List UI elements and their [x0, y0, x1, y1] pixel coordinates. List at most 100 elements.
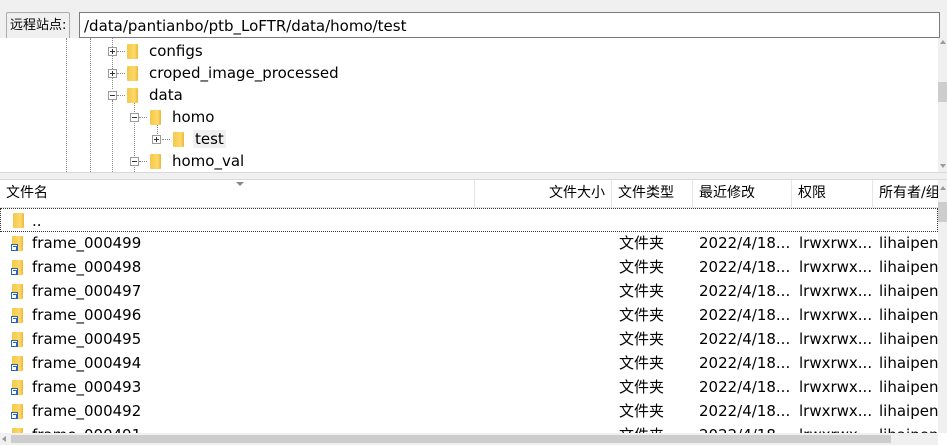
scroll-up-arrow-icon[interactable]: [940, 40, 946, 44]
tree-node-label: data: [149, 86, 183, 104]
file-row[interactable]: frame_000493 文件夹 2022/4/18... lrwxrwx...…: [0, 375, 938, 399]
scroll-left-arrow-icon[interactable]: [2, 436, 6, 442]
folder-icon: [12, 212, 26, 228]
tree-guide-line: [117, 73, 125, 74]
folder-icon: [127, 87, 138, 103]
file-type: 文件夹: [619, 378, 665, 396]
file-owner: lihaipen: [879, 234, 938, 252]
tree-guide-line: [139, 117, 147, 118]
column-header-modified[interactable]: 最近修改: [693, 180, 792, 207]
tree-node-configs[interactable]: configs: [127, 40, 203, 62]
file-permissions: lrwxrwx...: [799, 330, 871, 348]
tree-node-test[interactable]: test: [173, 128, 226, 150]
file-row[interactable]: frame_000497 文件夹 2022/4/18... lrwxrwx...…: [0, 279, 938, 303]
scroll-down-arrow-icon[interactable]: [940, 164, 946, 168]
column-header-filetype[interactable]: 文件类型: [612, 180, 693, 207]
pane-splitter[interactable]: [0, 172, 947, 180]
tree-guide-line: [112, 100, 113, 172]
folder-icon: [127, 65, 138, 81]
tree-guide-line: [117, 95, 125, 96]
folder-icon: [150, 153, 161, 169]
sort-indicator-icon: [236, 182, 244, 186]
folder-shortcut-icon: [11, 379, 25, 395]
folder-icon: [150, 109, 161, 125]
file-owner: lihaipen: [879, 258, 938, 276]
file-name: frame_000496: [32, 306, 142, 324]
file-list-horizontal-scrollbar[interactable]: [0, 433, 938, 445]
folder-shortcut-icon: [11, 307, 25, 323]
file-owner: lihaipen: [879, 402, 938, 420]
folder-icon: [173, 131, 184, 147]
tree-vertical-scrollbar[interactable]: [938, 38, 947, 172]
scrollbar-thumb[interactable]: [938, 202, 947, 222]
file-row[interactable]: frame_000498 文件夹 2022/4/18... lrwxrwx...…: [0, 255, 938, 279]
tree-node-homo[interactable]: homo: [150, 106, 214, 128]
file-owner: lihaipen: [879, 378, 938, 396]
file-owner: lihaipen: [879, 306, 938, 324]
collapse-minus-icon[interactable]: [108, 91, 117, 100]
tree-node-label: configs: [149, 42, 203, 60]
expand-plus-icon[interactable]: [152, 135, 161, 144]
file-permissions: lrwxrwx...: [799, 354, 871, 372]
remote-site-bar: 远程站点: /data/pantianbo/ptb_LoFTR/data/hom…: [0, 0, 947, 40]
file-row[interactable]: frame_000494 文件夹 2022/4/18... lrwxrwx...…: [0, 351, 938, 375]
scrollbar-thumb[interactable]: [938, 82, 947, 102]
file-permissions: lrwxrwx...: [799, 306, 871, 324]
tree-node-label: homo: [172, 108, 215, 126]
file-permissions: lrwxrwx...: [799, 378, 871, 396]
folder-shortcut-icon: [11, 355, 25, 371]
folder-shortcut-icon: [11, 283, 25, 299]
column-header-owner[interactable]: 所有者/组: [873, 180, 938, 207]
column-header-filesize[interactable]: 文件大小: [475, 180, 612, 207]
tree-node-data[interactable]: data: [127, 84, 183, 106]
file-type: 文件夹: [619, 354, 665, 372]
tree-node-croped-image-processed[interactable]: croped_image_processed: [127, 62, 339, 84]
expand-plus-icon[interactable]: [108, 69, 117, 78]
file-name: frame_000499: [32, 234, 142, 252]
tree-guide-line: [139, 161, 147, 162]
scroll-up-arrow-icon[interactable]: [940, 186, 946, 190]
scrollbar-thumb[interactable]: [11, 435, 891, 443]
tree-node-label: test: [193, 130, 226, 148]
file-type: 文件夹: [619, 234, 665, 252]
file-owner: lihaipen: [879, 354, 938, 372]
file-permissions: lrwxrwx...: [799, 282, 871, 300]
folder-shortcut-icon: [11, 403, 25, 419]
parent-directory-row[interactable]: ..: [0, 208, 938, 232]
tree-node-label: croped_image_processed: [149, 64, 339, 82]
parent-directory-label: ..: [32, 212, 42, 230]
file-name: frame_000497: [32, 282, 142, 300]
folder-shortcut-icon: [11, 331, 25, 347]
column-header-permissions[interactable]: 权限: [792, 180, 873, 207]
file-row[interactable]: frame_000496 文件夹 2022/4/18... lrwxrwx...…: [0, 303, 938, 327]
file-type: 文件夹: [619, 282, 665, 300]
file-type: 文件夹: [619, 258, 665, 276]
remote-path-input[interactable]: /data/pantianbo/ptb_LoFTR/data/homo/test: [79, 12, 940, 38]
file-modified: 2022/4/18...: [699, 378, 789, 396]
file-row[interactable]: frame_000499 文件夹 2022/4/18... lrwxrwx...…: [0, 231, 938, 255]
file-modified: 2022/4/18...: [699, 330, 789, 348]
file-name: frame_000493: [32, 378, 142, 396]
collapse-minus-icon[interactable]: [130, 113, 139, 122]
tree-guide-line: [112, 38, 113, 89]
file-row[interactable]: frame_000492 文件夹 2022/4/18... lrwxrwx...…: [0, 399, 938, 423]
file-list-vertical-scrollbar[interactable]: [938, 180, 947, 433]
remote-directory-tree: configs croped_image_processed data homo…: [0, 38, 947, 172]
file-row[interactable]: frame_000495 文件夹 2022/4/18... lrwxrwx...…: [0, 327, 938, 351]
file-modified: 2022/4/18...: [699, 354, 789, 372]
file-type: 文件夹: [619, 306, 665, 324]
file-modified: 2022/4/18...: [699, 258, 789, 276]
file-type: 文件夹: [619, 402, 665, 420]
file-name: frame_000492: [32, 402, 142, 420]
remote-file-list: 文件名 文件大小 文件类型 最近修改 权限 所有者/组 .. frame_000…: [0, 180, 947, 445]
file-name: frame_000498: [32, 258, 142, 276]
folder-shortcut-icon: [11, 235, 25, 251]
collapse-minus-icon[interactable]: [130, 157, 139, 166]
file-list-header: 文件名 文件大小 文件类型 最近修改 权限 所有者/组: [0, 180, 938, 208]
file-owner: lihaipen: [879, 282, 938, 300]
tree-node-homo-val[interactable]: homo_val: [150, 150, 244, 172]
folder-shortcut-icon: [11, 259, 25, 275]
file-owner: lihaipen: [879, 330, 938, 348]
file-permissions: lrwxrwx...: [799, 258, 871, 276]
expand-plus-icon[interactable]: [108, 47, 117, 56]
